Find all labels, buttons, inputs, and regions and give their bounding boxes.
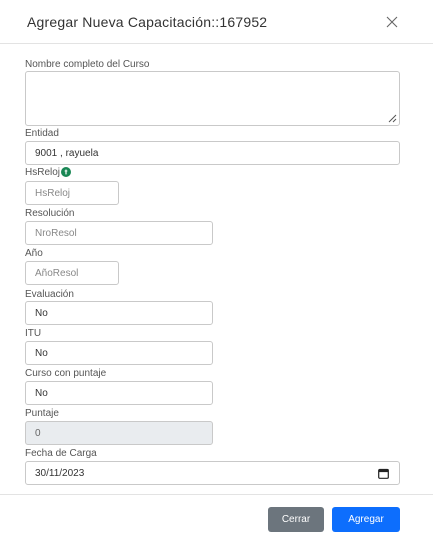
score-input: 0 [25,421,213,445]
resolution-input[interactable] [25,221,213,245]
itu-select[interactable]: No [25,341,213,365]
close-icon[interactable] [384,14,400,30]
load-date-value: 30/11/2023 [35,467,85,479]
evaluation-select[interactable]: No [25,301,213,325]
footer-divider [0,494,433,495]
course-name-label: Nombre completo del Curso [25,59,150,70]
score-label: Puntaje [25,408,59,419]
evaluation-value: No [35,307,48,319]
modal-title: Agregar Nueva Capacitación::167952 [27,14,268,30]
load-date-input[interactable]: 30/11/2023 [25,461,400,485]
hours-label: HsReloj [25,167,61,178]
calendar-icon[interactable] [378,468,389,479]
score-value: 0 [35,427,41,439]
resolution-label: Resolución [25,208,75,219]
course-name-textarea[interactable] [25,71,400,126]
itu-label: ITU [25,328,42,339]
entity-input[interactable] [25,141,400,165]
year-label: Año [25,248,43,259]
info-icon[interactable] [61,167,72,178]
close-button[interactable]: Cerrar [268,507,324,532]
entity-label: Entidad [25,128,59,139]
add-button[interactable]: Agregar [332,507,400,532]
scored-course-label: Curso con puntaje [25,368,107,379]
scored-course-value: No [35,387,48,399]
add-training-modal: Agregar Nueva Capacitación::167952 Nombr… [0,0,433,554]
hours-input[interactable] [25,181,119,205]
modal-header: Agregar Nueva Capacitación::167952 [0,0,433,44]
year-input[interactable] [25,261,119,285]
hours-label-row: HsReloj [25,167,72,179]
load-date-label: Fecha de Carga [25,448,97,459]
resize-grip-icon[interactable] [388,114,397,123]
evaluation-label: Evaluación [25,289,74,300]
itu-value: No [35,347,48,359]
scored-course-select[interactable]: No [25,381,213,405]
